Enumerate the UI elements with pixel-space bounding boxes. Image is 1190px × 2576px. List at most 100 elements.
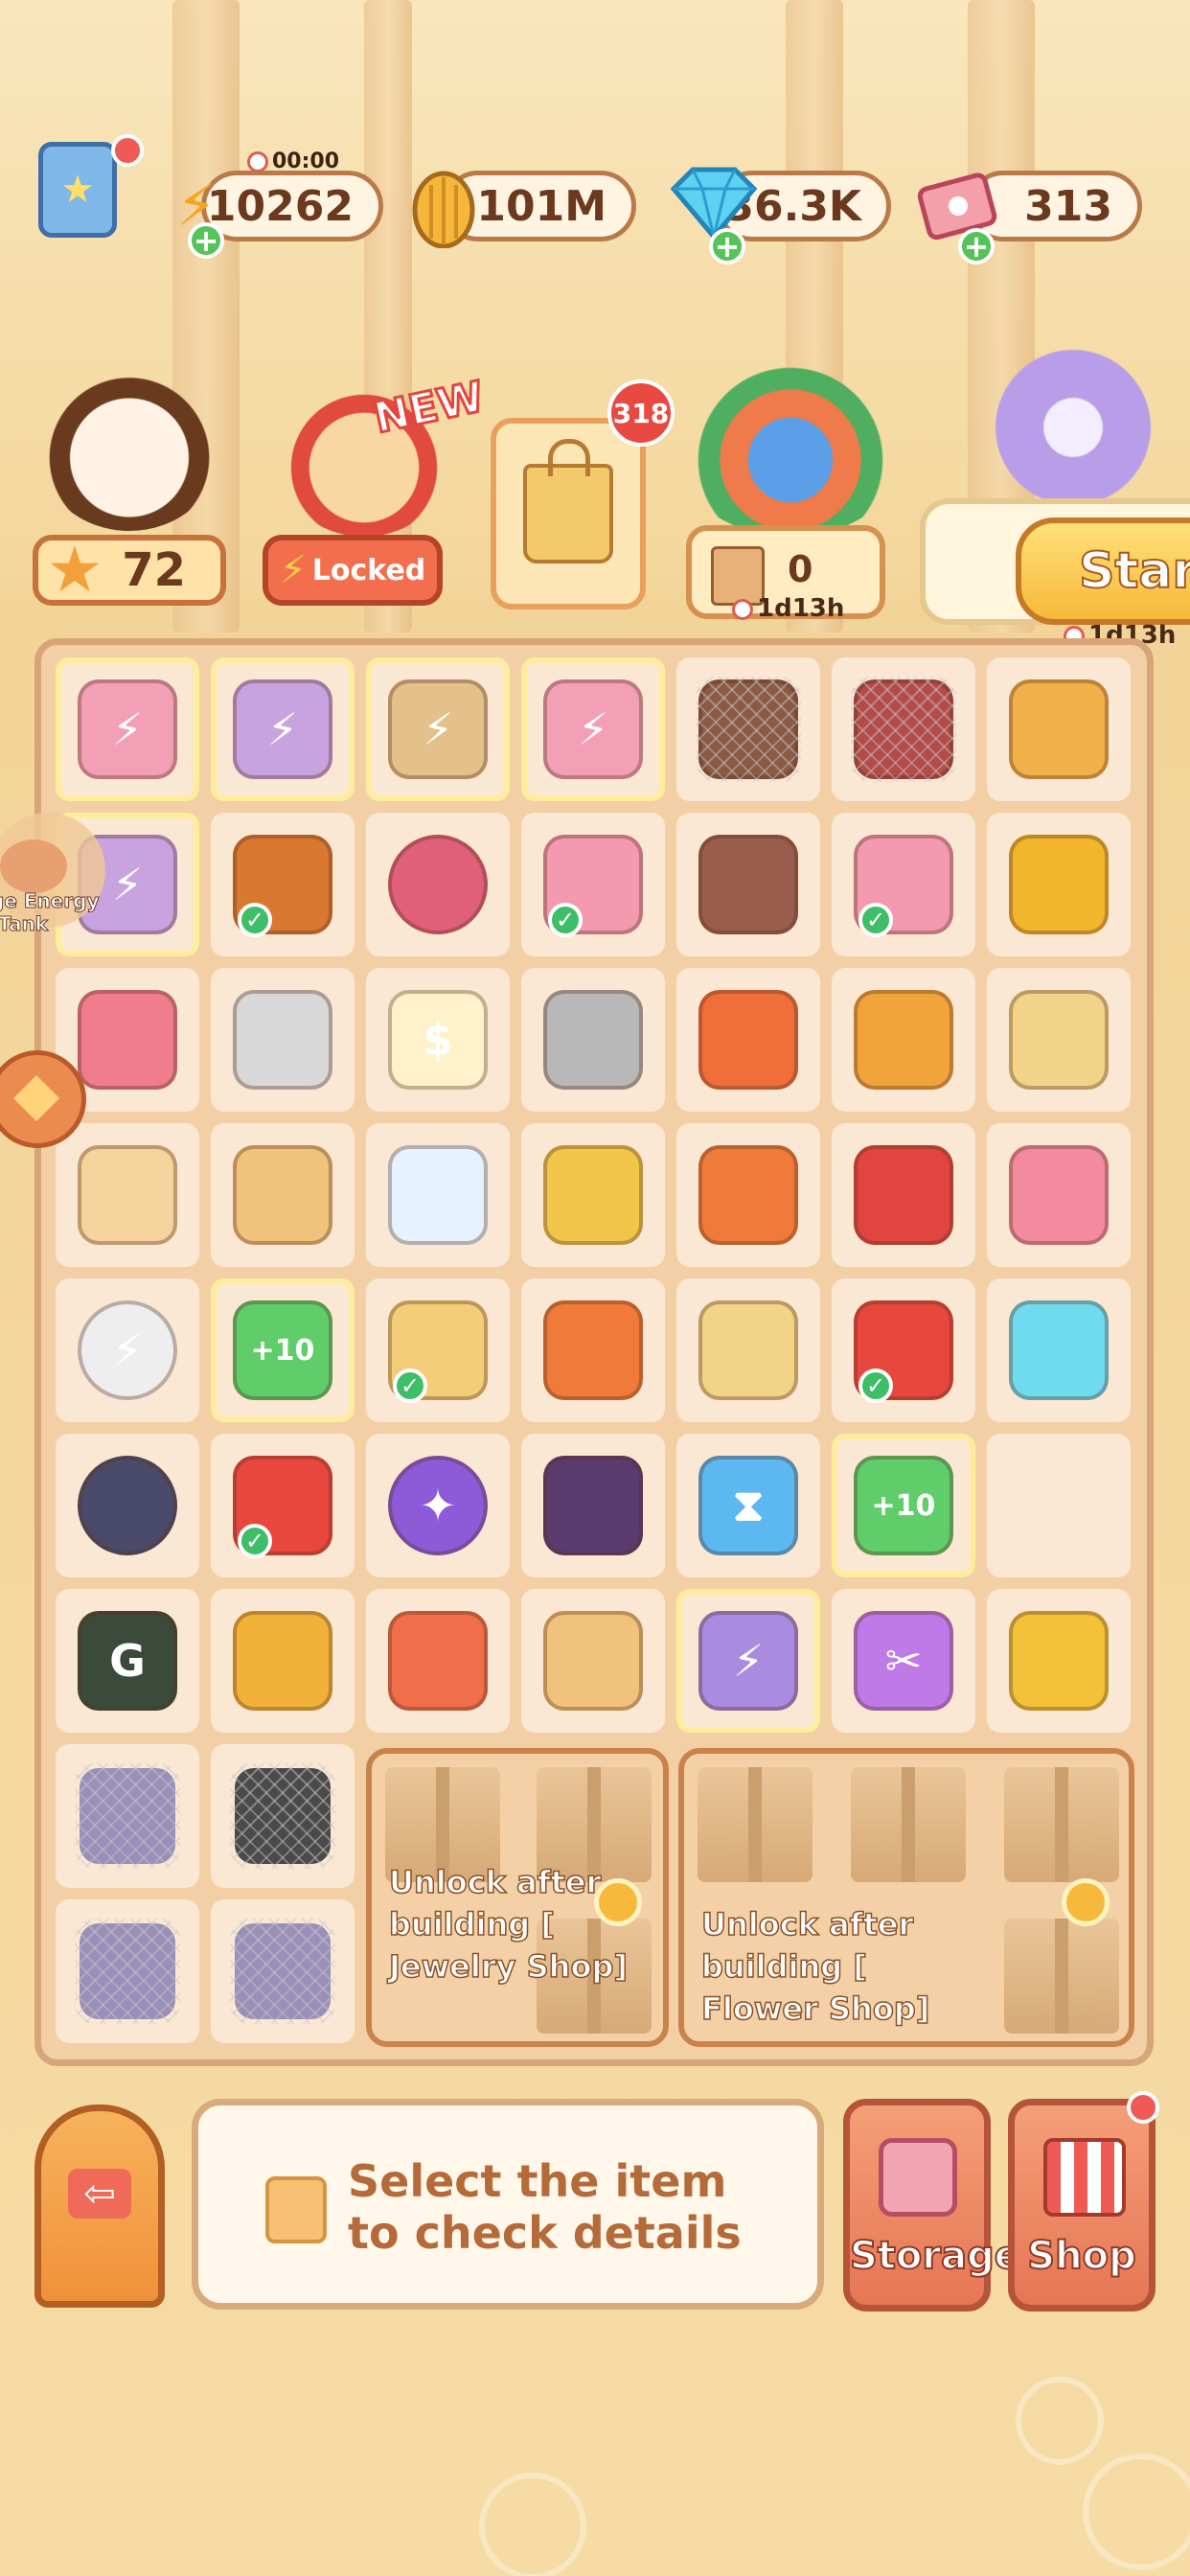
board-cell[interactable]: +10 xyxy=(832,1434,975,1577)
cobweb-overlay xyxy=(696,677,801,782)
board-cell[interactable] xyxy=(987,657,1131,801)
bag-count-badge: 318 xyxy=(607,380,675,447)
shop-label: Shop xyxy=(1026,2233,1136,2279)
locked-zone-flower[interactable]: Unlock after building [ Flower Shop] xyxy=(678,1748,1134,2047)
notification-dot xyxy=(1127,2091,1159,2124)
receipt-icon: $ xyxy=(388,990,488,1090)
board-cell[interactable] xyxy=(521,1589,665,1733)
bread-icon xyxy=(78,1145,177,1245)
egg-icon xyxy=(1009,1145,1109,1245)
coin-icon xyxy=(1062,1878,1110,1926)
board-cell[interactable]: ✓ xyxy=(521,813,665,956)
board-cell[interactable]: G xyxy=(56,1589,199,1733)
hamster-character-girl[interactable] xyxy=(38,368,220,531)
storage-button[interactable]: Storage xyxy=(843,2099,1021,2312)
cobweb-overlay xyxy=(230,1919,335,2024)
ticket-value: 313 xyxy=(1024,181,1112,231)
board-cell[interactable] xyxy=(676,1123,820,1267)
start-button[interactable]: Start xyxy=(1016,518,1190,625)
board-cell[interactable] xyxy=(211,1899,355,2043)
board-cell[interactable] xyxy=(987,1589,1131,1733)
board-cell[interactable]: ✦ xyxy=(366,1434,510,1577)
board-cell[interactable] xyxy=(832,1123,975,1267)
bubble-decoration xyxy=(1083,2453,1190,2570)
board-cell[interactable]: ✓ xyxy=(832,1278,975,1422)
star-count: 72 xyxy=(122,543,186,597)
board-cell[interactable] xyxy=(211,1123,355,1267)
spring-icon xyxy=(233,990,332,1090)
board-cell[interactable] xyxy=(987,1123,1131,1267)
coral-decoration[interactable] xyxy=(671,345,910,537)
seed-icon xyxy=(402,163,485,251)
board-cell[interactable] xyxy=(56,1899,199,2043)
board-cell[interactable] xyxy=(676,657,820,801)
locked-zone-jewelry[interactable]: Unlock after building [ Jewelry Shop] xyxy=(366,1748,669,2047)
board-cell[interactable] xyxy=(676,1278,820,1422)
board-cell[interactable]: ✓ xyxy=(832,813,975,956)
board-cell[interactable] xyxy=(56,1434,199,1577)
quest-book-button[interactable]: ★ xyxy=(38,142,117,238)
pearl-shell-decoration[interactable] xyxy=(958,316,1188,508)
shopping-bag-icon xyxy=(523,439,613,564)
add-tickets-button[interactable]: + xyxy=(958,228,995,264)
bubble-decoration xyxy=(479,2472,586,2576)
energy-box-tan-icon: ⚡ xyxy=(388,679,488,779)
energy-tank-label: ge Energy xyxy=(0,889,100,913)
board-cell[interactable] xyxy=(211,1589,355,1733)
board-cell[interactable] xyxy=(366,1589,510,1733)
board-cell[interactable] xyxy=(521,1278,665,1422)
check-icon: ✓ xyxy=(393,1368,427,1403)
locked-zone-text: Unlock after building [ Jewelry Shop] xyxy=(388,1863,628,1986)
board-cell[interactable] xyxy=(832,968,975,1112)
board-cell[interactable]: +10 xyxy=(211,1278,355,1422)
board-cell[interactable] xyxy=(832,657,975,801)
energy-coin-icon: ⚡ xyxy=(78,1300,177,1400)
board-cell[interactable]: ✂ xyxy=(832,1589,975,1733)
add-energy-button[interactable]: + xyxy=(188,222,224,259)
star-icon: ★ xyxy=(46,532,103,607)
board-cell[interactable]: ⚡ xyxy=(521,657,665,801)
add-gems-button[interactable]: + xyxy=(709,228,745,264)
wheel-icon xyxy=(78,1456,177,1555)
board-cell[interactable]: ⚡ xyxy=(56,657,199,801)
exit-door-button[interactable]: ⇦ xyxy=(34,2104,165,2308)
milk-bottle-icon xyxy=(388,1145,488,1245)
board-cell[interactable]: ✓ xyxy=(211,813,355,956)
sunflower-seeds-icon xyxy=(698,835,798,934)
seeds-icon xyxy=(233,1611,332,1711)
board-cell[interactable]: ⚡ xyxy=(211,657,355,801)
board-cell[interactable] xyxy=(521,968,665,1112)
board-cell[interactable] xyxy=(211,1744,355,1888)
board-cell[interactable] xyxy=(987,813,1131,956)
board-cell[interactable] xyxy=(56,1744,199,1888)
board-cell[interactable]: ⚡ xyxy=(366,657,510,801)
board-cell[interactable] xyxy=(987,1278,1131,1422)
board-cell[interactable] xyxy=(987,1434,1131,1577)
board-cell[interactable] xyxy=(366,1123,510,1267)
board-cell[interactable] xyxy=(521,1434,665,1577)
board-cell[interactable] xyxy=(521,1123,665,1267)
game-controller-icon: G xyxy=(78,1611,177,1711)
board-cell[interactable] xyxy=(56,1123,199,1267)
board-cell[interactable] xyxy=(676,813,820,956)
board-cell[interactable]: ✓ xyxy=(211,1434,355,1577)
purple-button-icon: ✦ xyxy=(388,1456,488,1555)
storage-box-icon xyxy=(879,2138,957,2217)
board-cell[interactable] xyxy=(987,968,1131,1112)
cookie-bag-icon xyxy=(543,1145,643,1245)
board-cell[interactable]: $ xyxy=(366,968,510,1112)
locked-label: Locked xyxy=(311,553,426,587)
board-cell[interactable] xyxy=(676,968,820,1112)
empty-slot-icon xyxy=(265,2176,327,2243)
info-text: Select the item xyxy=(348,2155,727,2207)
board-cell[interactable] xyxy=(211,968,355,1112)
board-cell[interactable] xyxy=(366,813,510,956)
energy-tank-widget[interactable]: ge Energy Tank xyxy=(0,813,105,936)
order-bag-button[interactable] xyxy=(491,418,646,610)
board-cell[interactable]: ⚡ xyxy=(676,1589,820,1733)
shop-button[interactable]: Shop xyxy=(1008,2099,1156,2312)
board-cell[interactable]: ⚡ xyxy=(56,1278,199,1422)
board-cell[interactable]: ✓ xyxy=(366,1278,510,1422)
seed-value: 101M xyxy=(476,181,606,231)
board-cell[interactable]: ⧗ xyxy=(676,1434,820,1577)
